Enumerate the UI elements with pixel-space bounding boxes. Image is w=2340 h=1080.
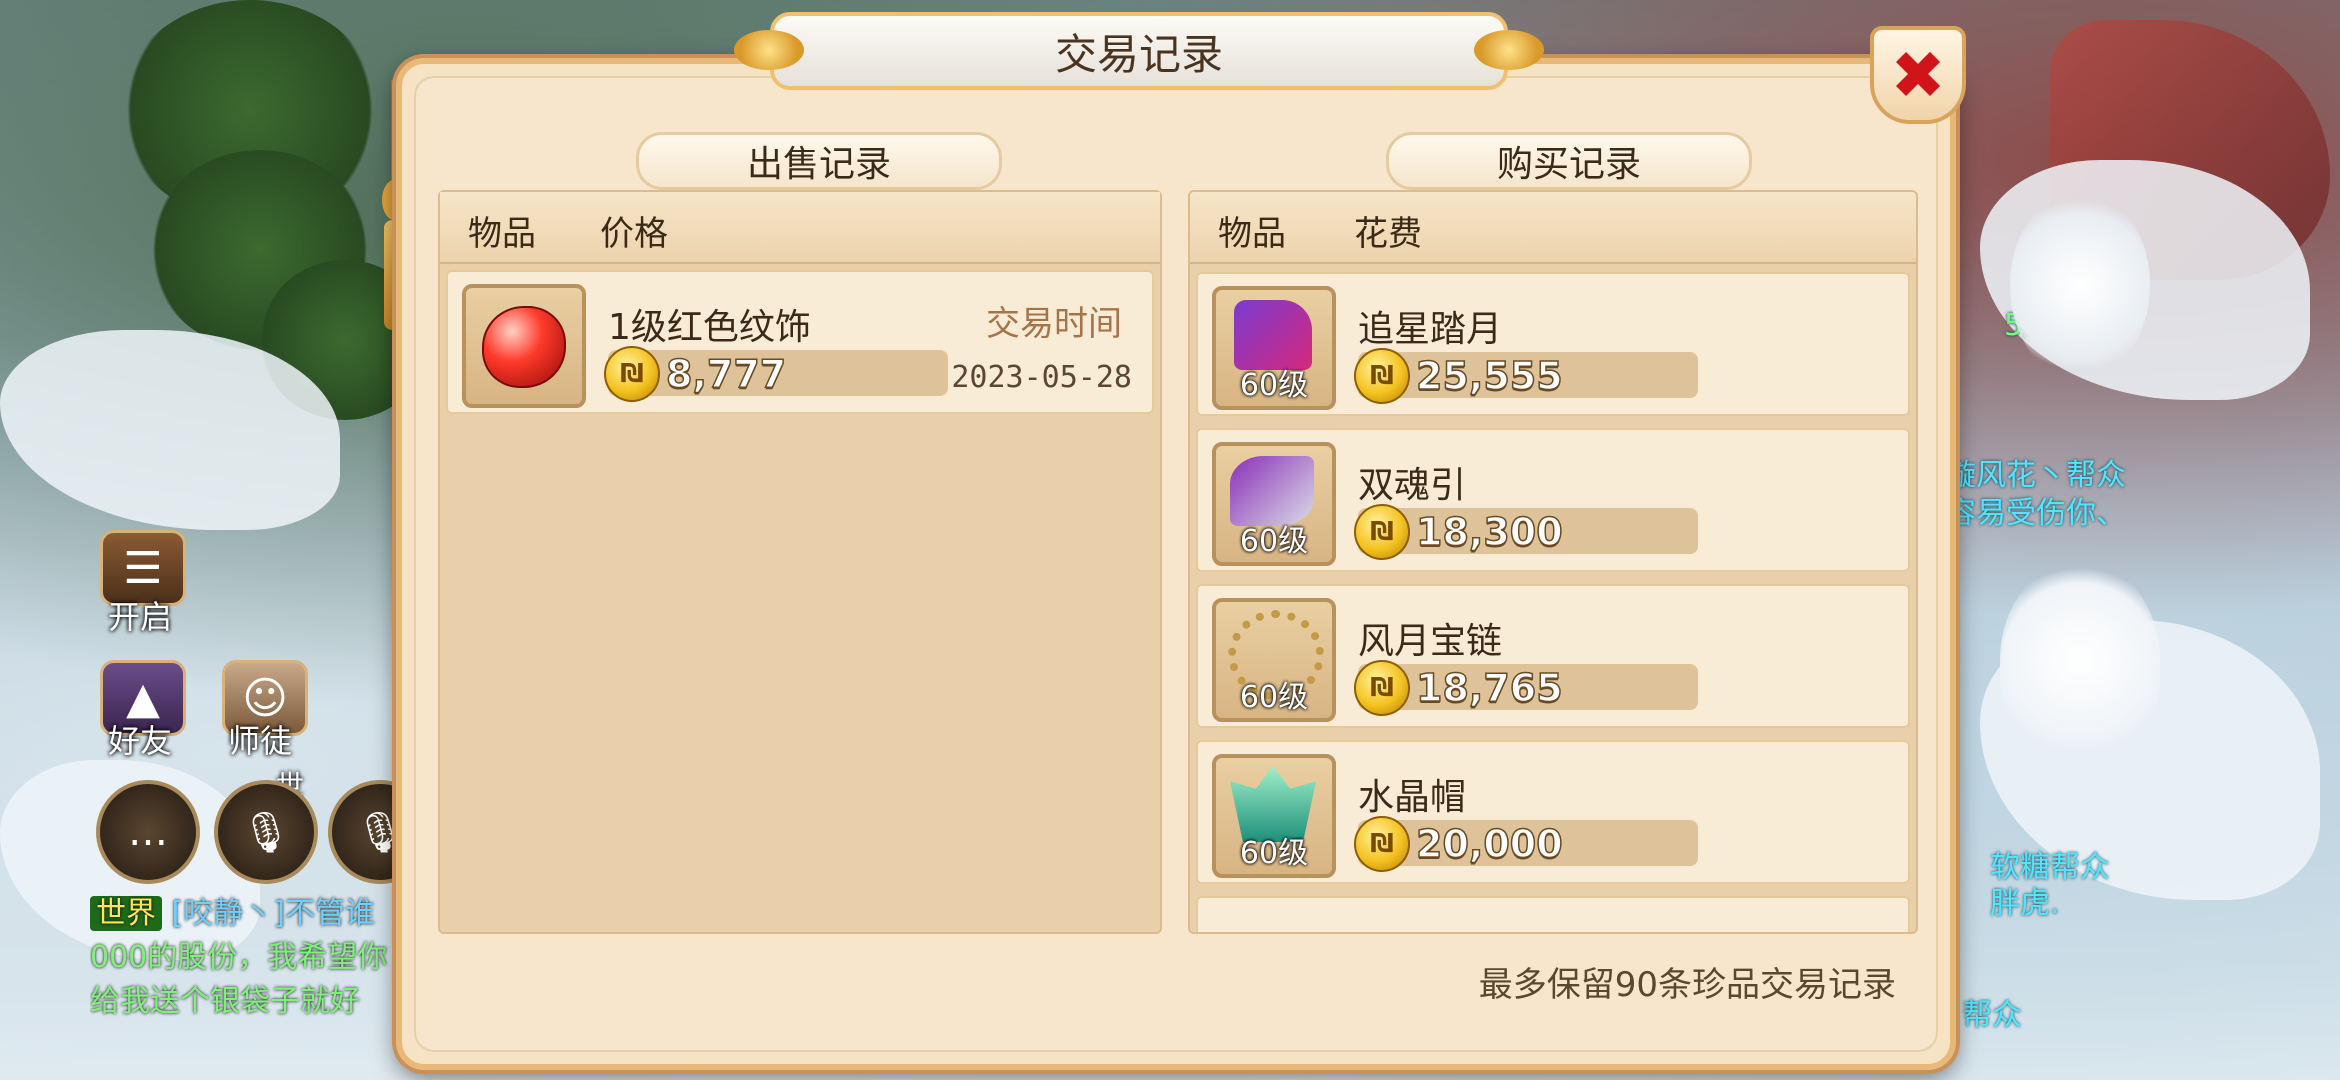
chat-line: 000的股份，我希望你: [90, 940, 388, 975]
chat-panel[interactable]: 世界 [咬静丶]不管谁 000的股份，我希望你 给我送个银袋子就好: [90, 892, 410, 1024]
red-gem-icon: [482, 306, 566, 388]
price-bar: ₪ 25,555: [1354, 348, 1698, 404]
header-item: 物品: [1218, 214, 1286, 254]
coin-icon: ₪: [1354, 816, 1410, 872]
header-price: 价格: [600, 214, 668, 254]
dialog-title: 交易记录: [1054, 29, 1223, 79]
price-bar: ₪ 18,765: [1354, 660, 1698, 716]
npc-name: 帮众: [1962, 998, 2022, 1033]
item-slot[interactable]: 60级: [1212, 286, 1336, 410]
price-value: 8,777: [665, 351, 787, 397]
price-bar: ₪ 8,777: [604, 346, 948, 402]
buy-record-row[interactable]: 60级 双魂引 ₪ 18,300: [1196, 428, 1910, 572]
buy-record-row-partial[interactable]: [1196, 896, 1910, 932]
npc-character[interactable]: [2000, 560, 2160, 760]
item-level: 60级: [1239, 368, 1309, 403]
npc-character[interactable]: [2010, 190, 2150, 380]
buy-record-row[interactable]: 60级 追星踏月 ₪ 25,555: [1196, 272, 1910, 416]
npc-name: 胖虎.: [1990, 886, 2060, 921]
dialog-title-banner: 交易记录: [734, 12, 1544, 90]
item-level: 60级: [1239, 836, 1309, 871]
banner-ornament-left: [734, 30, 804, 70]
banner-ornament-right: [1474, 30, 1544, 70]
item-name: 1级红色纹饰: [608, 307, 811, 348]
coin-icon: ₪: [1354, 348, 1410, 404]
friends-label: 好友: [108, 722, 173, 760]
coin-icon: ₪: [1354, 660, 1410, 716]
sell-table-header: 物品 价格: [440, 192, 1160, 264]
price-value: 18,300: [1415, 509, 1563, 555]
chat-bubble-button[interactable]: …: [96, 780, 200, 884]
buy-record-row[interactable]: 60级 风月宝链 ₪ 18,765: [1196, 584, 1910, 728]
price-value: 18,765: [1415, 665, 1563, 711]
item-name: 风月宝链: [1358, 621, 1503, 662]
npc-name: 容易受伤你、: [1946, 496, 2126, 531]
buy-record-row[interactable]: 60级 水晶帽 ₪ 20,000: [1196, 740, 1910, 884]
chat-line: [咬静丶]不管谁: [171, 896, 375, 931]
header-item: 物品: [468, 214, 536, 254]
chat-line: 给我送个银袋子就好: [90, 984, 360, 1019]
item-slot[interactable]: [462, 284, 586, 408]
dialog-body: 出售记录 物品 价格 1级红色纹饰 交易时间 ₪ 8,777 2023-05-2…: [414, 76, 1938, 1052]
trade-record-dialog: 出售记录 物品 价格 1级红色纹饰 交易时间 ₪ 8,777 2023-05-2…: [396, 58, 1956, 1070]
item-name: 追星踏月: [1358, 309, 1503, 350]
record-limit-note: 最多保留90条珍品交易记录: [1478, 965, 1896, 1005]
item-name: 双魂引: [1358, 465, 1467, 506]
chat-channel-tag: 世界: [90, 896, 162, 931]
buy-section-title: 购买记录: [1386, 132, 1752, 190]
coin-icon: ₪: [1354, 504, 1410, 560]
close-button[interactable]: ✖: [1870, 26, 1966, 124]
buy-table-header: 物品 花费: [1190, 192, 1916, 264]
trade-time-label: 交易时间: [986, 304, 1122, 344]
sell-record-row[interactable]: 1级红色纹饰 交易时间 ₪ 8,777 2023-05-28: [446, 270, 1154, 414]
item-name: 水晶帽: [1358, 777, 1467, 818]
price-value: 20,000: [1415, 821, 1563, 867]
price-value: 25,555: [1415, 353, 1563, 399]
trade-date: 2023-05-28: [951, 360, 1132, 395]
sell-section-title: 出售记录: [636, 132, 1002, 190]
item-level: 60级: [1239, 524, 1309, 559]
item-slot[interactable]: 60级: [1212, 598, 1336, 722]
header-cost: 花费: [1354, 214, 1422, 254]
item-slot[interactable]: 60级: [1212, 442, 1336, 566]
price-bar: ₪ 18,300: [1354, 504, 1698, 560]
buy-record-panel[interactable]: 物品 花费 60级 追星踏月 ₪ 25,555 60级 双魂引 ₪ 18,300…: [1188, 190, 1918, 934]
coin-icon: ₪: [604, 346, 660, 402]
close-icon: ✖: [1890, 36, 1946, 114]
item-level: 60级: [1239, 680, 1309, 715]
open-label: 开启: [108, 598, 173, 636]
voice-button[interactable]: 🎙: [214, 780, 318, 884]
sell-record-panel: 物品 价格 1级红色纹饰 交易时间 ₪ 8,777 2023-05-28: [438, 190, 1162, 934]
price-bar: ₪ 20,000: [1354, 816, 1698, 872]
item-slot[interactable]: 60级: [1212, 754, 1336, 878]
master-apprentice-label: 师徒: [228, 722, 293, 760]
